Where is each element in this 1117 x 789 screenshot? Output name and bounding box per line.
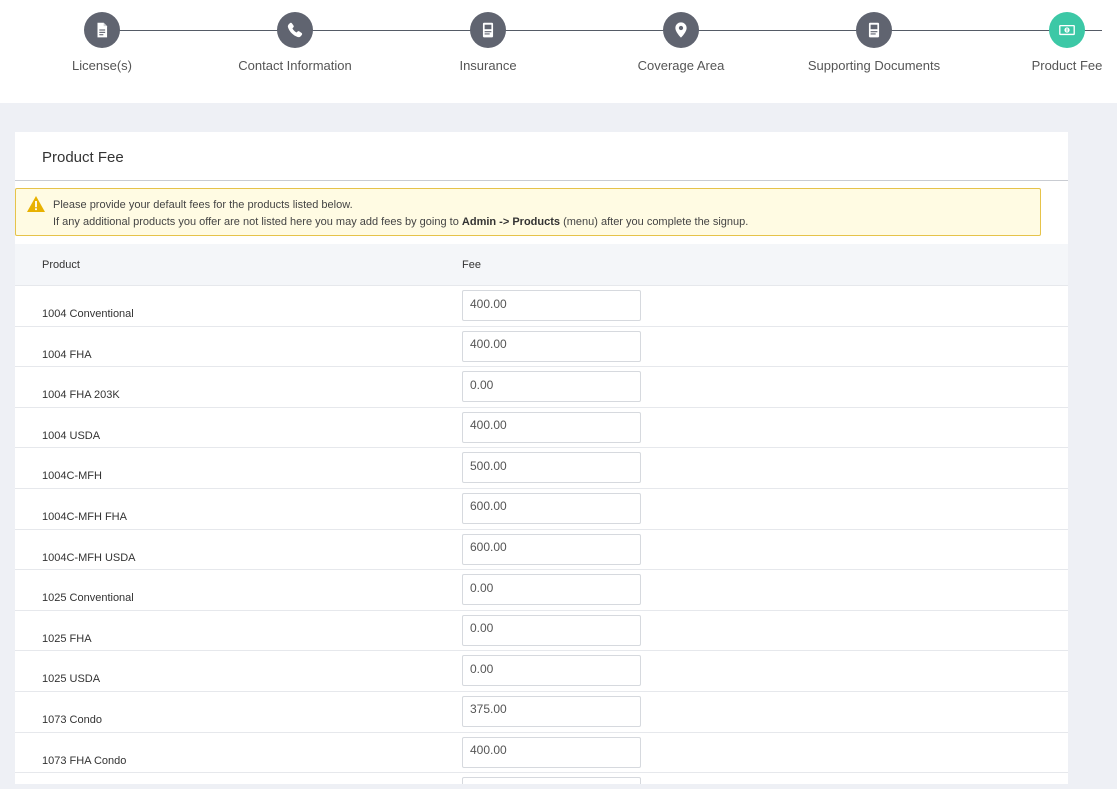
fee-input[interactable]: [462, 411, 641, 443]
fee-input[interactable]: [462, 533, 641, 565]
fee-input[interactable]: [462, 695, 641, 727]
fee-input[interactable]: [462, 655, 641, 687]
step-label: Supporting Documents: [807, 58, 941, 73]
step-circle: [663, 12, 699, 48]
table-row: 1073 Condo: [15, 692, 1068, 733]
alert-hint-suffix: (menu) after you complete the signup.: [563, 216, 749, 228]
id-card-icon: [868, 22, 880, 38]
product-name: 1004 Conventional: [42, 308, 134, 320]
table-row: 1004C-MFH USDA: [15, 530, 1068, 571]
product-fee-card: Product Fee Please provide your default …: [15, 132, 1068, 784]
table-header: Product Fee: [15, 244, 1068, 286]
product-name: 1025 Conventional: [42, 592, 134, 605]
fee-input[interactable]: [462, 330, 641, 362]
fee-input[interactable]: [462, 574, 641, 606]
step-label: Insurance: [459, 58, 517, 73]
fee-input[interactable]: [462, 777, 641, 784]
warning-icon: [27, 196, 45, 212]
step-insurance[interactable]: Insurance: [398, 12, 578, 73]
product-name: 1073 Condo: [42, 713, 102, 726]
fee-input[interactable]: [462, 492, 641, 524]
signup-stepper: License(s) Contact Information Insurance: [0, 0, 1117, 103]
product-name: 1073 FHA Condo: [42, 754, 127, 767]
product-name: 1025 FHA: [42, 632, 92, 645]
table-row: [15, 773, 1068, 784]
column-header-fee: Fee: [462, 259, 481, 271]
fee-input[interactable]: [462, 290, 641, 321]
step-coverage-area[interactable]: Coverage Area: [591, 12, 771, 73]
alert-hint-path: Admin -> Products: [461, 216, 560, 228]
column-header-product: Product: [42, 259, 80, 271]
product-name: 1004C-MFH FHA: [42, 510, 127, 523]
alert-hint-prefix: If any additional products you offer are…: [53, 216, 459, 228]
step-label: License(s): [72, 58, 132, 73]
fee-input[interactable]: [462, 736, 641, 768]
document-icon: [97, 22, 108, 38]
table-row: 1073 FHA Condo: [15, 733, 1068, 774]
product-name: 1004C-MFH: [42, 470, 102, 483]
table-row: 1004 FHA 203K: [15, 367, 1068, 408]
product-name: 1025 USDA: [42, 673, 101, 686]
table-row: 1004 Conventional: [15, 286, 1068, 327]
step-label: Product Fee: [1031, 58, 1103, 73]
table-row: 1004C-MFH FHA: [15, 489, 1068, 530]
alert-message: Please provide your default fees for the…: [53, 199, 353, 211]
table-row: 1025 USDA: [15, 651, 1068, 692]
product-name: 1004C-MFH USDA: [42, 551, 136, 564]
step-circle: [470, 12, 506, 48]
id-card-icon: [482, 22, 494, 38]
table-row: 1025 FHA: [15, 611, 1068, 652]
table-row: 1004C-MFH: [15, 448, 1068, 489]
table-row: 1004 USDA: [15, 408, 1068, 449]
step-contact-information[interactable]: Contact Information: [205, 12, 385, 73]
card-divider: [15, 180, 1068, 181]
money-icon: [1059, 24, 1075, 36]
step-product-fee[interactable]: Product Fee: [977, 12, 1117, 73]
step-licenses[interactable]: License(s): [12, 12, 192, 73]
product-name: 1004 FHA: [42, 348, 92, 361]
map-pin-icon: [675, 22, 687, 38]
phone-icon: [287, 22, 303, 38]
info-alert: Please provide your default fees for the…: [15, 188, 1041, 236]
step-circle: [277, 12, 313, 48]
step-label: Contact Information: [238, 58, 352, 73]
table-row: 1025 Conventional: [15, 570, 1068, 611]
step-circle: [1049, 12, 1085, 48]
table-body: 1004 Conventional 1004 FHA 1004 FHA 203K…: [15, 286, 1068, 784]
step-circle: [84, 12, 120, 48]
product-name: 1004 USDA: [42, 429, 101, 442]
fee-input[interactable]: [462, 614, 641, 646]
fee-input[interactable]: [462, 452, 641, 484]
fee-input[interactable]: [462, 371, 641, 403]
step-label: Coverage Area: [637, 58, 725, 73]
product-name: 1004 FHA 203K: [42, 389, 120, 402]
step-circle: [856, 12, 892, 48]
card-title: Product Fee: [42, 149, 124, 166]
alert-hint: If any additional products you offer are…: [53, 216, 748, 228]
step-supporting-documents[interactable]: Supporting Documents: [784, 12, 964, 73]
table-row: 1004 FHA: [15, 327, 1068, 368]
